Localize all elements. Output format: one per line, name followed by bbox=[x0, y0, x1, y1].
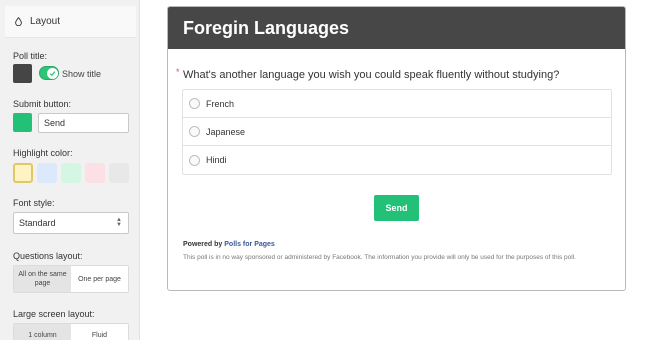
polls-for-pages-link[interactable]: Polls for Pages bbox=[224, 241, 275, 248]
poll-title-label: Poll title: bbox=[13, 51, 48, 61]
answer-option-french[interactable]: French bbox=[183, 90, 611, 118]
option-label: Japanese bbox=[206, 126, 246, 137]
large-screen-layout-segmented: 1 column Fluid bbox=[13, 323, 129, 340]
highlight-color-label: Highlight color: bbox=[13, 148, 73, 158]
question-text: What's another language you wish you cou… bbox=[183, 69, 560, 81]
toggle-knob bbox=[47, 68, 58, 79]
large-screen-layout-option-fluid[interactable]: Fluid bbox=[71, 324, 128, 340]
droplet-icon bbox=[15, 17, 22, 26]
layout-section-title: Layout bbox=[30, 16, 61, 27]
disclaimer-text: This poll is in no way sponsored or admi… bbox=[183, 254, 576, 261]
option-label: French bbox=[206, 98, 235, 109]
font-style-label: Font style: bbox=[13, 198, 55, 208]
highlight-swatch-blue[interactable] bbox=[37, 163, 57, 183]
answer-options-list: French Japanese Hindi bbox=[182, 89, 612, 175]
poll-title: Foregin Languages bbox=[183, 17, 350, 38]
settings-sidebar: Layout Poll title: Show title Submit but… bbox=[0, 0, 140, 340]
highlight-swatch-yellow[interactable] bbox=[13, 163, 33, 183]
questions-layout-label: Questions layout: bbox=[13, 251, 83, 261]
answer-option-japanese[interactable]: Japanese bbox=[183, 118, 611, 146]
questions-layout-segmented: All on the same page One per page bbox=[13, 265, 129, 293]
highlight-swatch-green[interactable] bbox=[61, 163, 81, 183]
submit-button-text-input[interactable] bbox=[38, 113, 129, 133]
select-arrows-icon: ▲ ▼ bbox=[116, 217, 122, 228]
submit-button-label: Submit button: bbox=[13, 99, 72, 109]
poll-header: Foregin Languages bbox=[168, 7, 625, 49]
highlight-swatch-gray[interactable] bbox=[109, 163, 129, 183]
powered-by-text: Powered by bbox=[183, 241, 223, 248]
poll-title-color-swatch[interactable] bbox=[13, 64, 32, 83]
radio-button[interactable] bbox=[189, 126, 200, 137]
poll-preview-card: Foregin Languages * What's another langu… bbox=[167, 6, 626, 291]
large-screen-layout-label: Large screen layout: bbox=[13, 309, 95, 319]
show-title-label: Show title bbox=[62, 69, 102, 79]
layout-section-header[interactable]: Layout bbox=[5, 6, 136, 38]
large-screen-layout-option-1-column[interactable]: 1 column bbox=[14, 324, 71, 340]
answer-option-hindi[interactable]: Hindi bbox=[183, 146, 611, 174]
option-label: Hindi bbox=[206, 155, 227, 165]
powered-by: Powered by Polls for Pages bbox=[183, 241, 275, 248]
questions-layout-option-same-page[interactable]: All on the same page bbox=[14, 266, 71, 292]
required-mark: * bbox=[176, 67, 180, 77]
check-icon bbox=[49, 71, 56, 77]
font-style-select[interactable]: Standard ▲ ▼ bbox=[13, 212, 129, 234]
send-button[interactable]: Send bbox=[374, 195, 419, 221]
questions-layout-option-one-per-page[interactable]: One per page bbox=[71, 266, 128, 292]
show-title-toggle[interactable] bbox=[39, 66, 59, 80]
radio-button[interactable] bbox=[189, 154, 200, 166]
radio-button[interactable] bbox=[189, 98, 200, 109]
submit-button-color-swatch[interactable] bbox=[13, 113, 32, 132]
highlight-swatch-pink[interactable] bbox=[85, 163, 105, 183]
font-style-value: Standard bbox=[19, 218, 56, 228]
